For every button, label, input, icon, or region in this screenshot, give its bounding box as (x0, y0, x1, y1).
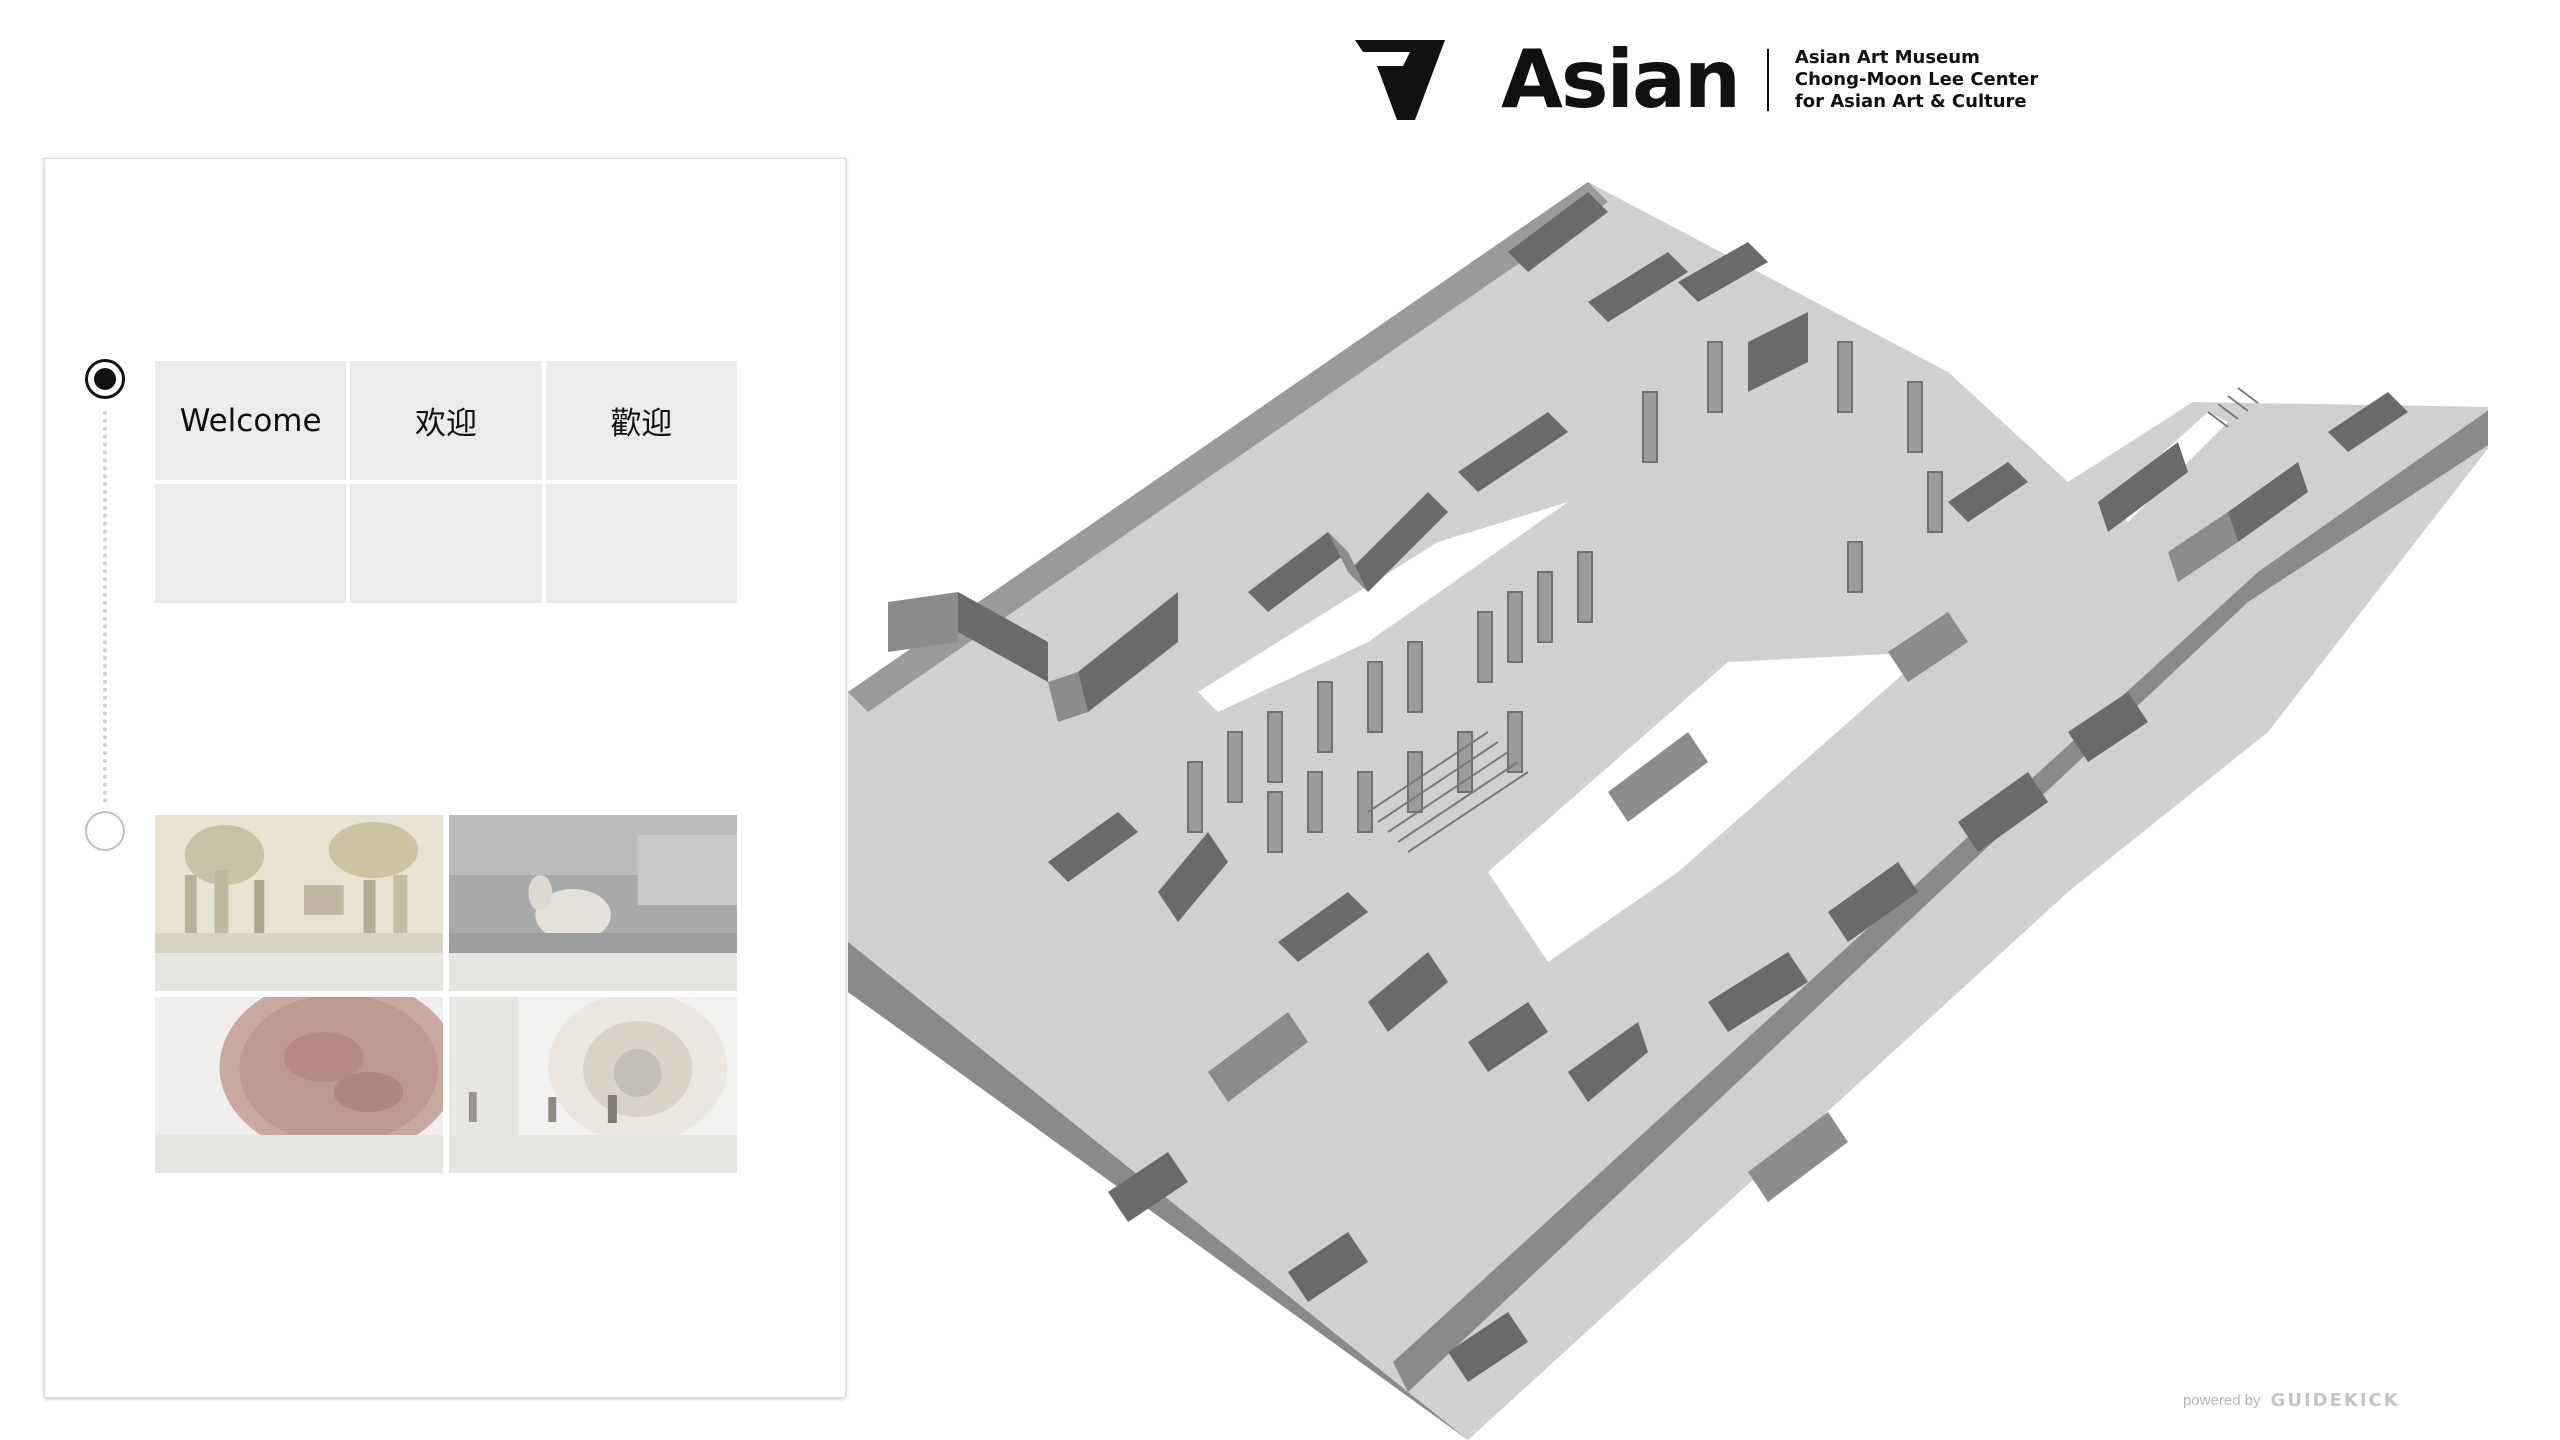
language-option-traditional-chinese[interactable]: 歡迎 (545, 361, 737, 480)
museum-logo: Asian Asian Art Museum Chong-Moon Lee Ce… (1355, 40, 2038, 120)
procession-painting-image (155, 815, 443, 953)
step-indicator-active[interactable] (85, 359, 125, 399)
museum-logo-icon (1355, 40, 1445, 120)
tour-card-procession-painting[interactable] (155, 815, 443, 991)
tour-image-grid (155, 815, 737, 1173)
lacquer-plate-image (155, 997, 443, 1135)
language-option-simplified-chinese[interactable]: 欢迎 (350, 361, 542, 480)
ceramic-vessel-image (449, 815, 737, 953)
gallery-installation-image (449, 997, 737, 1135)
logo-divider (1766, 49, 1769, 111)
step-connector (103, 411, 107, 803)
logo-line-3: for Asian Art & Culture (1794, 91, 2027, 112)
powered-by: powered by GUIDEKICK (2183, 1390, 2400, 1411)
logo-line-2: Chong-Moon Lee Center (1794, 69, 2039, 90)
language-grid: Welcome 欢迎 歡迎 (155, 361, 737, 603)
tour-card-gallery-installation[interactable] (449, 997, 737, 1173)
logo-wordmark: Asian (1501, 33, 1741, 126)
language-option-empty[interactable] (545, 484, 737, 603)
powered-by-label: powered by (2183, 1392, 2261, 1409)
language-option-empty[interactable] (350, 484, 542, 603)
tour-card-ceramic-vessel[interactable] (449, 815, 737, 991)
language-option-english[interactable]: Welcome (155, 361, 347, 480)
language-option-empty[interactable] (155, 484, 347, 603)
logo-line-1: Asian Art Museum (1794, 47, 1980, 68)
guidekick-logo: GUIDEKICK (2270, 1390, 2400, 1411)
tour-card-lacquer-plate[interactable] (155, 997, 443, 1173)
step-indicator-inactive[interactable] (85, 811, 125, 851)
logo-text-block: Asian Art Museum Chong-Moon Lee Center f… (1795, 47, 2038, 113)
museum-floor-map[interactable] (848, 172, 2488, 1440)
side-panel: Welcome 欢迎 歡迎 (44, 158, 846, 1398)
